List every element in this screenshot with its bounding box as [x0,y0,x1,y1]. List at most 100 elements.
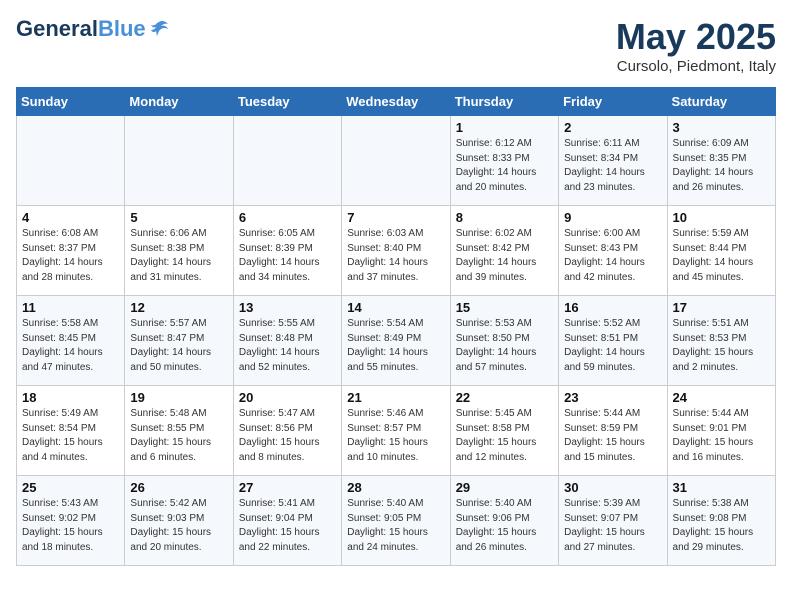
day-number: 6 [239,210,336,225]
weekday-header-row: SundayMondayTuesdayWednesdayThursdayFrid… [17,88,776,116]
cell-sun-info: Sunrise: 5:40 AMSunset: 9:05 PMDaylight:… [347,497,444,555]
calendar-cell: 5Sunrise: 6:06 AMSunset: 8:38 PMDaylight… [125,206,233,296]
cell-sun-info: Sunrise: 5:51 AMSunset: 8:53 PMDaylight:… [673,317,770,375]
calendar-cell: 14 Sunrise: 5:54 AMSunset: 8:49 PMDayligh… [342,296,450,386]
cell-sun-info: Sunrise: 5:44 AMSunset: 8:59 PMDaylight:… [564,407,661,465]
cell-sun-info: Sunrise: 5:38 AMSunset: 9:08 PMDaylight:… [673,497,770,555]
calendar-cell: 2 Sunrise: 6:11 AMSunset: 8:34 PMDaylight… [559,116,667,206]
cell-sun-info: Sunrise: 5:44 AMSunset: 9:01 PMDaylight:… [673,407,770,465]
calendar-cell: 6 Sunrise: 6:05 AMSunset: 8:39 PMDaylight… [233,206,341,296]
cell-sun-info: Sunrise: 5:58 AMSunset: 8:45 PMDaylight:… [22,317,119,375]
weekday-header-saturday: Saturday [667,88,775,116]
calendar-cell [125,116,233,206]
cell-sun-info: Sunrise: 6:06 AMSunset: 8:38 PMDaylight:… [130,227,227,285]
calendar-cell: 29 Sunrise: 5:40 AMSunset: 9:06 PMDayligh… [450,476,558,566]
cell-sun-info: Sunrise: 5:43 AMSunset: 9:02 PMDaylight:… [22,497,119,555]
calendar-week-1: 1Sunrise: 6:12 AMSunset: 8:33 PMDaylight… [17,116,776,206]
calendar-week-3: 11Sunrise: 5:58 AMSunset: 8:45 PMDayligh… [17,296,776,386]
calendar-cell: 3 Sunrise: 6:09 AMSunset: 8:35 PMDaylight… [667,116,775,206]
page-header: GeneralBlue May 2025 Cursolo, Piedmont, … [16,16,776,75]
cell-sun-info: Sunrise: 6:11 AMSunset: 8:34 PMDaylight:… [564,137,661,195]
weekday-header-tuesday: Tuesday [233,88,341,116]
cell-sun-info: Sunrise: 6:08 AMSunset: 8:37 PMDaylight:… [22,227,119,285]
weekday-header-sunday: Sunday [17,88,125,116]
calendar-cell: 26Sunrise: 5:42 AMSunset: 9:03 PMDayligh… [125,476,233,566]
day-number: 4 [22,210,119,225]
day-number: 15 [456,300,553,315]
cell-sun-info: Sunrise: 5:52 AMSunset: 8:51 PMDaylight:… [564,317,661,375]
day-number: 28 [347,480,444,495]
calendar-cell: 30 Sunrise: 5:39 AMSunset: 9:07 PMDayligh… [559,476,667,566]
calendar-cell: 7Sunrise: 6:03 AMSunset: 8:40 PMDaylight… [342,206,450,296]
cell-sun-info: Sunrise: 6:02 AMSunset: 8:42 PMDaylight:… [456,227,553,285]
cell-sun-info: Sunrise: 5:45 AMSunset: 8:58 PMDaylight:… [456,407,553,465]
calendar-cell: 18 Sunrise: 5:49 AMSunset: 8:54 PMDayligh… [17,386,125,476]
cell-sun-info: Sunrise: 6:09 AMSunset: 8:35 PMDaylight:… [673,137,770,195]
calendar-cell: 19Sunrise: 5:48 AMSunset: 8:55 PMDayligh… [125,386,233,476]
calendar-week-4: 18 Sunrise: 5:49 AMSunset: 8:54 PMDayligh… [17,386,776,476]
day-number: 3 [673,120,770,135]
day-number: 20 [239,390,336,405]
calendar-cell: 13 Sunrise: 5:55 AMSunset: 8:48 PMDayligh… [233,296,341,386]
day-number: 19 [130,390,227,405]
day-number: 25 [22,480,119,495]
calendar-week-5: 25 Sunrise: 5:43 AMSunset: 9:02 PMDayligh… [17,476,776,566]
calendar-cell: 10Sunrise: 5:59 AMSunset: 8:44 PMDayligh… [667,206,775,296]
day-number: 7 [347,210,444,225]
calendar-cell: 20Sunrise: 5:47 AMSunset: 8:56 PMDayligh… [233,386,341,476]
calendar-cell [17,116,125,206]
logo-bird-icon [148,18,170,40]
calendar-cell: 9 Sunrise: 6:00 AMSunset: 8:43 PMDaylight… [559,206,667,296]
calendar-cell: 8 Sunrise: 6:02 AMSunset: 8:42 PMDaylight… [450,206,558,296]
calendar-cell: 17Sunrise: 5:51 AMSunset: 8:53 PMDayligh… [667,296,775,386]
cell-sun-info: Sunrise: 5:53 AMSunset: 8:50 PMDaylight:… [456,317,553,375]
day-number: 12 [130,300,227,315]
cell-sun-info: Sunrise: 6:00 AMSunset: 8:43 PMDaylight:… [564,227,661,285]
calendar-cell: 31Sunrise: 5:38 AMSunset: 9:08 PMDayligh… [667,476,775,566]
day-number: 13 [239,300,336,315]
calendar-cell: 1Sunrise: 6:12 AMSunset: 8:33 PMDaylight… [450,116,558,206]
logo: GeneralBlue [16,16,170,42]
cell-sun-info: Sunrise: 5:54 AMSunset: 8:49 PMDaylight:… [347,317,444,375]
cell-sun-info: Sunrise: 5:40 AMSunset: 9:06 PMDaylight:… [456,497,553,555]
calendar-cell [342,116,450,206]
day-number: 9 [564,210,661,225]
day-number: 16 [564,300,661,315]
weekday-header-wednesday: Wednesday [342,88,450,116]
calendar-cell: 25 Sunrise: 5:43 AMSunset: 9:02 PMDayligh… [17,476,125,566]
calendar-cell: 24 Sunrise: 5:44 AMSunset: 9:01 PMDayligh… [667,386,775,476]
day-number: 29 [456,480,553,495]
weekday-header-thursday: Thursday [450,88,558,116]
day-number: 21 [347,390,444,405]
day-number: 23 [564,390,661,405]
calendar-cell [233,116,341,206]
calendar-cell: 28 Sunrise: 5:40 AMSunset: 9:05 PMDayligh… [342,476,450,566]
calendar-cell: 4 Sunrise: 6:08 AMSunset: 8:37 PMDaylight… [17,206,125,296]
calendar-cell: 23 Sunrise: 5:44 AMSunset: 8:59 PMDayligh… [559,386,667,476]
cell-sun-info: Sunrise: 6:05 AMSunset: 8:39 PMDaylight:… [239,227,336,285]
day-number: 22 [456,390,553,405]
day-number: 14 [347,300,444,315]
title-block: May 2025 Cursolo, Piedmont, Italy [616,16,776,75]
cell-sun-info: Sunrise: 5:39 AMSunset: 9:07 PMDaylight:… [564,497,661,555]
calendar-cell: 16 Sunrise: 5:52 AMSunset: 8:51 PMDayligh… [559,296,667,386]
calendar-cell: 21 Sunrise: 5:46 AMSunset: 8:57 PMDayligh… [342,386,450,476]
calendar-cell: 27Sunrise: 5:41 AMSunset: 9:04 PMDayligh… [233,476,341,566]
day-number: 30 [564,480,661,495]
cell-sun-info: Sunrise: 5:42 AMSunset: 9:03 PMDaylight:… [130,497,227,555]
calendar-cell: 22 Sunrise: 5:45 AMSunset: 8:58 PMDayligh… [450,386,558,476]
cell-sun-info: Sunrise: 5:49 AMSunset: 8:54 PMDaylight:… [22,407,119,465]
cell-sun-info: Sunrise: 5:55 AMSunset: 8:48 PMDaylight:… [239,317,336,375]
day-number: 8 [456,210,553,225]
logo-blue: Blue [98,16,146,41]
cell-sun-info: Sunrise: 5:46 AMSunset: 8:57 PMDaylight:… [347,407,444,465]
day-number: 18 [22,390,119,405]
cell-sun-info: Sunrise: 6:12 AMSunset: 8:33 PMDaylight:… [456,137,553,195]
day-number: 2 [564,120,661,135]
calendar-table: SundayMondayTuesdayWednesdayThursdayFrid… [16,87,776,566]
calendar-cell: 11Sunrise: 5:58 AMSunset: 8:45 PMDayligh… [17,296,125,386]
month-title: May 2025 [616,16,776,58]
weekday-header-friday: Friday [559,88,667,116]
day-number: 24 [673,390,770,405]
calendar-cell: 15 Sunrise: 5:53 AMSunset: 8:50 PMDayligh… [450,296,558,386]
